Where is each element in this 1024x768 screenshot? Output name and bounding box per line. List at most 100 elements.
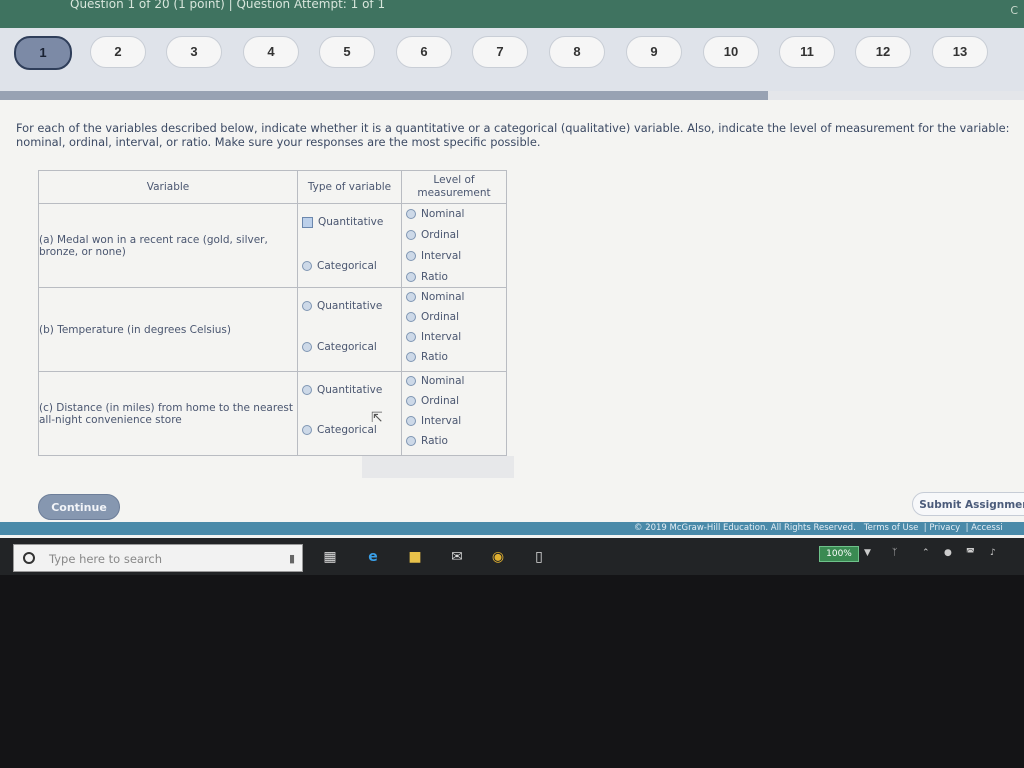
question-8-button[interactable]: 8 [549,36,605,68]
network-icon[interactable]: ● [944,548,952,558]
level-c-interval[interactable]: Interval [406,415,461,427]
monitor-bezel [0,575,1024,768]
level-cell-a: Nominal Ordinal Interval Ratio [401,203,507,288]
radio-icon[interactable] [302,301,312,311]
people-icon[interactable]: ᛉ [892,548,897,558]
radio-icon[interactable] [406,396,416,406]
variable-c-label: (c) Distance (in miles) from home to the… [38,371,298,456]
question-2-button[interactable]: 2 [90,36,146,68]
option-label: Nominal [421,208,465,220]
microphone-icon[interactable]: ▮ [289,552,295,565]
file-explorer-icon[interactable]: ■ [404,546,426,568]
question-10-button[interactable]: 10 [703,36,759,68]
accessibility-link[interactable]: Accessi [971,523,1002,533]
radio-icon[interactable] [302,425,312,435]
edge-browser-icon[interactable]: e [362,546,384,568]
page-footer: © 2019 McGraw-Hill Education. All Rights… [0,522,1024,535]
option-label: Interval [421,331,462,343]
checkbox-icon[interactable] [302,216,313,228]
question-9-button[interactable]: 9 [626,36,682,68]
volume-icon[interactable]: ♪ [990,548,996,558]
radio-icon[interactable] [406,230,416,240]
battery-icon[interactable]: ▼ [864,548,871,558]
option-label: Categorical [317,260,377,272]
type-cell-a: Quantitative Categorical [297,203,402,288]
option-label: Quantitative [317,384,383,396]
level-b-ordinal[interactable]: Ordinal [406,311,459,323]
level-cell-c: Nominal Ordinal Interval Ratio [401,371,507,456]
variable-a-label: (a) Medal won in a recent race (gold, si… [38,203,298,288]
mouse-cursor-icon: ⇱ [371,410,383,426]
type-c-quantitative[interactable]: Quantitative [302,384,382,396]
type-a-quantitative[interactable]: Quantitative [302,216,383,228]
radio-icon[interactable] [406,312,416,322]
question-13-button[interactable]: 13 [932,36,988,68]
option-label: Ordinal [421,229,459,241]
option-label: Nominal [421,375,465,387]
answer-table-header: Variable Type of variable Level of measu… [38,170,507,204]
taskbar-search-box[interactable]: Type here to search ▮ [13,544,303,572]
level-b-interval[interactable]: Interval [406,331,461,343]
chevron-up-icon[interactable]: ⌃ [922,548,930,558]
chrome-browser-icon[interactable]: ◉ [487,546,509,568]
question-4-button[interactable]: 4 [243,36,299,68]
level-b-nominal[interactable]: Nominal [406,291,464,303]
level-b-ratio[interactable]: Ratio [406,351,448,363]
app-icon[interactable]: ▯ [528,546,550,568]
mail-icon[interactable]: ✉ [446,546,468,568]
radio-icon[interactable] [406,376,416,386]
question-7-button[interactable]: 7 [472,36,528,68]
terms-link[interactable]: Terms of Use [864,523,919,533]
option-label: Nominal [421,291,465,303]
question-11-button[interactable]: 11 [779,36,835,68]
radio-icon[interactable] [302,342,312,352]
copyright-text: © 2019 McGraw-Hill Education. All Rights… [634,523,856,533]
type-b-categorical[interactable]: Categorical [302,341,377,353]
radio-icon[interactable] [406,209,416,219]
table-row: (a) Medal won in a recent race (gold, si… [38,203,507,288]
battery-indicator: 100% [819,546,859,562]
question-12-button[interactable]: 12 [855,36,911,68]
radio-icon[interactable] [406,436,416,446]
level-c-ordinal[interactable]: Ordinal [406,395,459,407]
privacy-link[interactable]: Privacy [929,523,960,533]
type-cell-c: Quantitative Categorical [297,371,402,456]
toolbar-stub [362,456,514,478]
task-view-icon[interactable]: ▦ [319,546,341,568]
wifi-icon[interactable]: ◚ [966,548,975,558]
option-label: Ordinal [421,395,459,407]
header-level: Level of measurement [401,170,507,204]
radio-icon[interactable] [406,332,416,342]
option-label: Quantitative [317,300,383,312]
radio-icon[interactable] [406,292,416,302]
option-label: Interval [421,415,462,427]
question-1-button[interactable]: 1 [14,36,72,70]
search-placeholder: Type here to search [49,552,163,566]
level-a-interval[interactable]: Interval [406,250,461,262]
level-c-ratio[interactable]: Ratio [406,435,448,447]
continue-button[interactable]: Continue [38,494,120,520]
question-6-button[interactable]: 6 [396,36,452,68]
question-3-button[interactable]: 3 [166,36,222,68]
option-label: Quantitative [318,216,384,228]
option-label: Ratio [421,435,448,447]
radio-icon[interactable] [302,385,312,395]
radio-icon[interactable] [406,251,416,261]
question-5-button[interactable]: 5 [319,36,375,68]
radio-icon[interactable] [406,272,416,282]
type-cell-b: Quantitative Categorical [297,287,402,372]
submit-assignment-button[interactable]: Submit Assignment [912,492,1024,516]
radio-icon[interactable] [406,352,416,362]
level-a-ordinal[interactable]: Ordinal [406,229,459,241]
radio-icon[interactable] [302,261,312,271]
type-c-categorical[interactable]: Categorical [302,424,377,436]
type-a-categorical[interactable]: Categorical [302,260,377,272]
radio-icon[interactable] [406,416,416,426]
level-a-nominal[interactable]: Nominal [406,208,464,220]
type-b-quantitative[interactable]: Quantitative [302,300,382,312]
header-right-fragment: C [1010,4,1018,17]
level-a-ratio[interactable]: Ratio [406,271,448,283]
header-variable: Variable [38,170,298,204]
option-label: Ordinal [421,311,459,323]
level-c-nominal[interactable]: Nominal [406,375,464,387]
